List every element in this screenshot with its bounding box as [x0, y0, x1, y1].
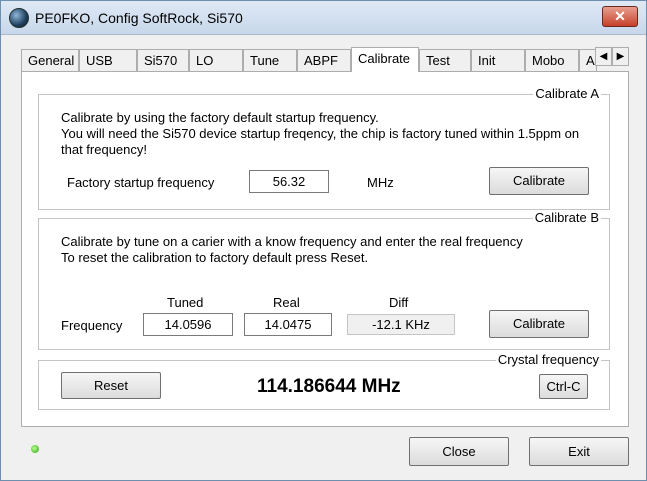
copy-ctrl-c-button[interactable]: Ctrl-C: [539, 374, 588, 399]
calibrate-b-text-2: To reset the calibration to factory defa…: [61, 250, 369, 265]
window-close-button[interactable]: ✕: [602, 6, 638, 27]
tab-lo[interactable]: LO: [189, 49, 243, 71]
calibrate-b-button[interactable]: Calibrate: [489, 310, 589, 338]
calibrate-panel: Calibrate A Calibrate by using the facto…: [21, 71, 629, 427]
tab-usb[interactable]: USB: [79, 49, 137, 71]
calibrate-b-text-1: Calibrate by tune on a carier with a kno…: [61, 234, 523, 249]
app-icon: [9, 8, 29, 28]
factory-frequency-unit: MHz: [367, 175, 394, 190]
frequency-row-label: Frequency: [61, 318, 123, 333]
tuned-column-header: Tuned: [167, 295, 204, 310]
exit-button[interactable]: Exit: [529, 437, 629, 466]
tab-scroll-left-icon[interactable]: ◀: [595, 47, 612, 66]
status-led-icon: [31, 445, 39, 453]
factory-frequency-input[interactable]: 56.32: [249, 170, 329, 193]
title-bar[interactable]: PE0FKO, Config SoftRock, Si570 ✕: [1, 1, 646, 35]
diff-frequency-display: -12.1 KHz: [347, 314, 455, 335]
real-column-header: Real: [273, 295, 300, 310]
calibrate-b-group: Calibrate B Calibrate by tune on a carie…: [38, 210, 610, 350]
tab-abpf[interactable]: ABPF: [297, 49, 351, 71]
tab-strip: General USB Si570 LO Tune ABPF Calibrate…: [21, 47, 631, 72]
calibrate-a-group: Calibrate A Calibrate by using the facto…: [38, 86, 610, 210]
calibrate-a-text-1: Calibrate by using the factory default s…: [61, 110, 379, 125]
window-title: PE0FKO, Config SoftRock, Si570: [35, 10, 243, 26]
crystal-frequency-title: Crystal frequency: [495, 352, 601, 368]
factory-frequency-label: Factory startup frequency: [67, 175, 215, 190]
crystal-frequency-value: 114.186644 MHz: [257, 376, 401, 397]
tab-scroll-right-icon[interactable]: ▶: [612, 47, 629, 66]
diff-column-header: Diff: [389, 295, 409, 310]
calibrate-a-text-2: You will need the Si570 device startup f…: [61, 126, 580, 141]
calibrate-a-title: Calibrate A: [533, 86, 601, 102]
tab-tune[interactable]: Tune: [243, 49, 297, 71]
crystal-frequency-group: Crystal frequency Reset 114.186644 MHz C…: [38, 352, 610, 410]
calibrate-b-title: Calibrate B: [532, 210, 601, 226]
calibrate-a-button[interactable]: Calibrate: [489, 167, 589, 195]
tab-mobo[interactable]: Mobo: [525, 49, 579, 71]
reset-button[interactable]: Reset: [61, 372, 161, 399]
tab-general[interactable]: General: [21, 49, 79, 71]
close-button[interactable]: Close: [409, 437, 509, 466]
tab-si570[interactable]: Si570: [137, 49, 189, 71]
real-frequency-input[interactable]: 14.0475: [244, 313, 332, 336]
tab-calibrate[interactable]: Calibrate: [351, 47, 419, 72]
tab-test[interactable]: Test: [419, 49, 471, 71]
tab-init[interactable]: Init: [471, 49, 525, 71]
tuned-frequency-input[interactable]: 14.0596: [143, 313, 233, 336]
config-window: PE0FKO, Config SoftRock, Si570 ✕ General…: [0, 0, 647, 481]
calibrate-a-text-3: that frequency!: [61, 142, 147, 157]
